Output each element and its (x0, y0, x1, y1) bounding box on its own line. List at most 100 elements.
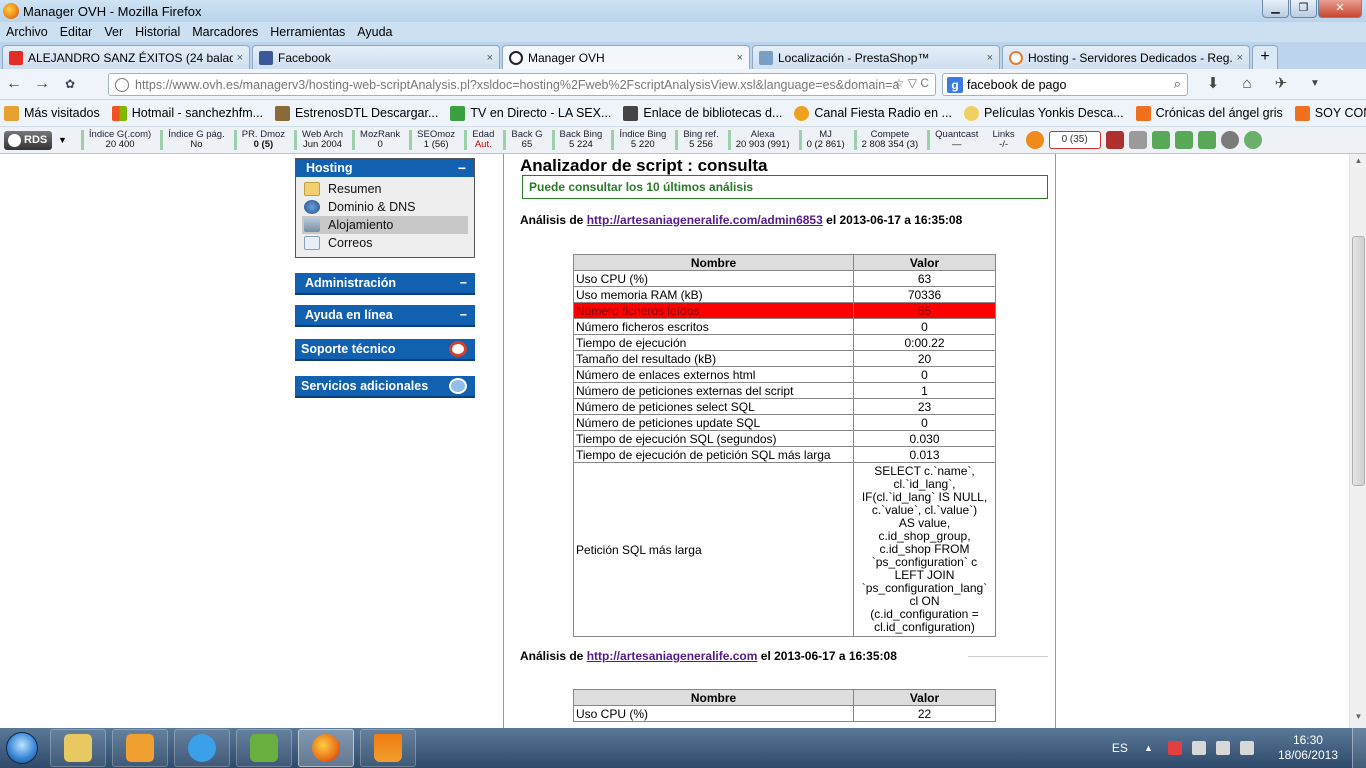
clock[interactable]: 16:30 18/06/2013 (1278, 733, 1338, 763)
bookmark-item[interactable]: Más visitados (4, 105, 100, 121)
scroll-up-icon[interactable]: ▲ (1352, 156, 1365, 170)
show-desktop-button[interactable] (1352, 728, 1366, 768)
bookmark-item[interactable]: TV en Directo - LA SEX... (450, 105, 611, 121)
search-box[interactable]: g facebook de pago ⌕ (942, 73, 1188, 96)
menu-historial[interactable]: Historial (129, 25, 186, 39)
tab-facebook[interactable]: Facebook × (252, 45, 500, 69)
power-icon[interactable] (1191, 741, 1206, 755)
addon-icon[interactable]: ✿ (56, 72, 84, 96)
search-input[interactable]: facebook de pago (967, 78, 1066, 92)
taskbar-app-messenger[interactable] (236, 729, 292, 767)
url-bar[interactable]: https://www.ovh.es/managerv3/hosting-web… (108, 73, 936, 96)
sidebar-item-dominio[interactable]: Dominio & DNS (302, 198, 468, 216)
tab-hosting[interactable]: Hosting - Servidores Dedicados - Reg... … (1002, 45, 1250, 69)
rss-icon[interactable] (1128, 131, 1147, 149)
analysis-link[interactable]: http://artesaniageneralife.com (587, 649, 758, 663)
sidebar-ayuda[interactable]: Ayuda en línea − (295, 305, 475, 325)
minimize-button[interactable]: ▁ (1262, 0, 1289, 18)
forward-button[interactable]: → (28, 72, 56, 96)
collapse-icon[interactable]: − (458, 160, 466, 176)
seo-metric[interactable]: PR. Dmoz 0 (5) (233, 130, 290, 150)
start-button[interactable] (0, 728, 44, 768)
bookmark-item[interactable]: Canal Fiesta Radio en ... (794, 105, 952, 121)
seo-metric[interactable]: Back Bing 5 224 (551, 130, 608, 150)
bookmark-item[interactable]: Enlace de bibliotecas d... (623, 105, 782, 121)
url-actions[interactable]: ☆ ▽ C (894, 76, 929, 90)
menu-ayuda[interactable]: Ayuda (351, 25, 398, 39)
taskbar-app-explorer[interactable] (50, 729, 106, 767)
search-icon[interactable]: ⌕ (1174, 76, 1181, 92)
site-identity-icon[interactable] (115, 77, 129, 92)
home-icon[interactable]: ⌂ (1230, 73, 1264, 95)
seo-metric[interactable]: Bing ref. 5 256 (675, 130, 723, 150)
seo-metric[interactable]: Índice G(.com) 20 400 (80, 130, 156, 150)
seo-metric[interactable]: Alexa 20 903 (991) (727, 130, 795, 150)
bookmark-item[interactable]: Hotmail - sanchezhfm... (111, 105, 263, 121)
seo-metric[interactable]: Índice G pág. No (160, 130, 230, 150)
google-icon[interactable]: g (947, 76, 963, 93)
seo-metric[interactable]: MJ 0 (2 861) (798, 130, 850, 150)
menu-marcadores[interactable]: Marcadores (186, 25, 264, 39)
url-text[interactable]: https://www.ovh.es/managerv3/hosting-web… (135, 78, 899, 92)
seo-metric[interactable]: SEOmoz 1 (56) (409, 130, 460, 150)
refresh-icon[interactable] (1243, 131, 1262, 149)
tab-close-icon[interactable]: × (737, 52, 743, 64)
seo-metric[interactable]: Edad Aut. (464, 130, 499, 150)
new-tab-button[interactable]: + (1252, 45, 1278, 69)
taskbar-app-firefox[interactable] (298, 729, 354, 767)
grid-icon[interactable] (1174, 131, 1193, 149)
taskbar-app-vlc[interactable] (360, 729, 416, 767)
tab-youtube[interactable]: ALEJANDRO SANZ ÉXITOS (24 balada... × (2, 45, 250, 69)
network-icon[interactable] (1215, 741, 1230, 755)
show-hidden-icon[interactable]: ▲ (1144, 741, 1158, 755)
menu-herramientas[interactable]: Herramientas (264, 25, 351, 39)
bookmark-item[interactable]: Películas Yonkis Desca... (963, 105, 1124, 121)
bookmark-item[interactable]: Crónicas del ángel gris (1135, 105, 1283, 121)
sidebar-item-resumen[interactable]: Resumen (302, 180, 468, 198)
sidebar-item-correos[interactable]: Correos (302, 234, 468, 252)
page-scrollbar[interactable]: ▲ ▼ (1349, 154, 1366, 728)
tab-close-icon[interactable]: × (237, 52, 243, 64)
menu-archivo[interactable]: Archivo (0, 25, 54, 39)
bookmark-item[interactable]: EstrenosDTL Descargar... (275, 105, 438, 121)
close-button[interactable]: ✕ (1318, 0, 1362, 18)
volume-icon[interactable] (1239, 741, 1254, 755)
sidebar-servicios[interactable]: Servicios adicionales (295, 376, 475, 396)
analysis-link[interactable]: http://artesaniageneralife.com/admin6853 (587, 213, 823, 227)
doc-icon[interactable] (1151, 131, 1170, 149)
tab-manager-ovh[interactable]: Manager OVH × (502, 45, 750, 69)
tab-prestashop[interactable]: Localización - PrestaShop™ × (752, 45, 1000, 69)
seo-metric[interactable]: MozRank 0 (352, 130, 405, 150)
taskbar-app-ie[interactable] (174, 729, 230, 767)
collapse-icon[interactable]: − (460, 308, 467, 322)
menu-ver[interactable]: Ver (98, 25, 129, 39)
menu-editar[interactable]: Editar (54, 25, 99, 39)
dropdown-icon[interactable]: ▼ (58, 135, 67, 145)
rds-bar-button[interactable]: RDS (4, 130, 52, 150)
tab-close-icon[interactable]: × (987, 52, 993, 64)
seo-metric[interactable]: Links -/- (987, 130, 1019, 150)
seo-metric[interactable]: Quantcast — (927, 130, 983, 150)
sitemap-icon[interactable] (1197, 131, 1216, 149)
seo-metric[interactable]: Back G 65 (503, 130, 547, 150)
bookmark-item[interactable]: SOY CONSCIENTE (1294, 105, 1366, 121)
chart-icon[interactable] (1105, 131, 1124, 149)
downloads-icon[interactable]: ⬇ (1196, 73, 1230, 95)
seo-metric[interactable]: Compete 2 808 354 (3) (853, 130, 924, 150)
sidebar-item-alojamiento[interactable]: Alojamiento (302, 216, 468, 234)
scrollbar-thumb[interactable] (1352, 236, 1365, 486)
seo-metric[interactable]: Web Arch Jun 2004 (294, 130, 348, 150)
addon-bar-icon[interactable]: ✈ (1264, 73, 1298, 95)
flag-icon[interactable] (1167, 741, 1182, 755)
gplus-icon[interactable]: 0 (35) (1048, 131, 1101, 149)
info-icon[interactable] (1025, 131, 1044, 149)
back-button[interactable]: ← (0, 72, 28, 96)
tab-close-icon[interactable]: × (487, 52, 493, 64)
menu-chevron-icon[interactable]: ▼ (1298, 73, 1332, 95)
gear-icon[interactable] (1220, 131, 1239, 149)
sidebar-administracion[interactable]: Administración − (295, 273, 475, 293)
collapse-icon[interactable]: − (460, 276, 467, 290)
tab-close-icon[interactable]: × (1237, 52, 1243, 64)
sidebar-soporte[interactable]: Soporte técnico (295, 339, 475, 359)
scroll-down-icon[interactable]: ▼ (1352, 712, 1365, 726)
